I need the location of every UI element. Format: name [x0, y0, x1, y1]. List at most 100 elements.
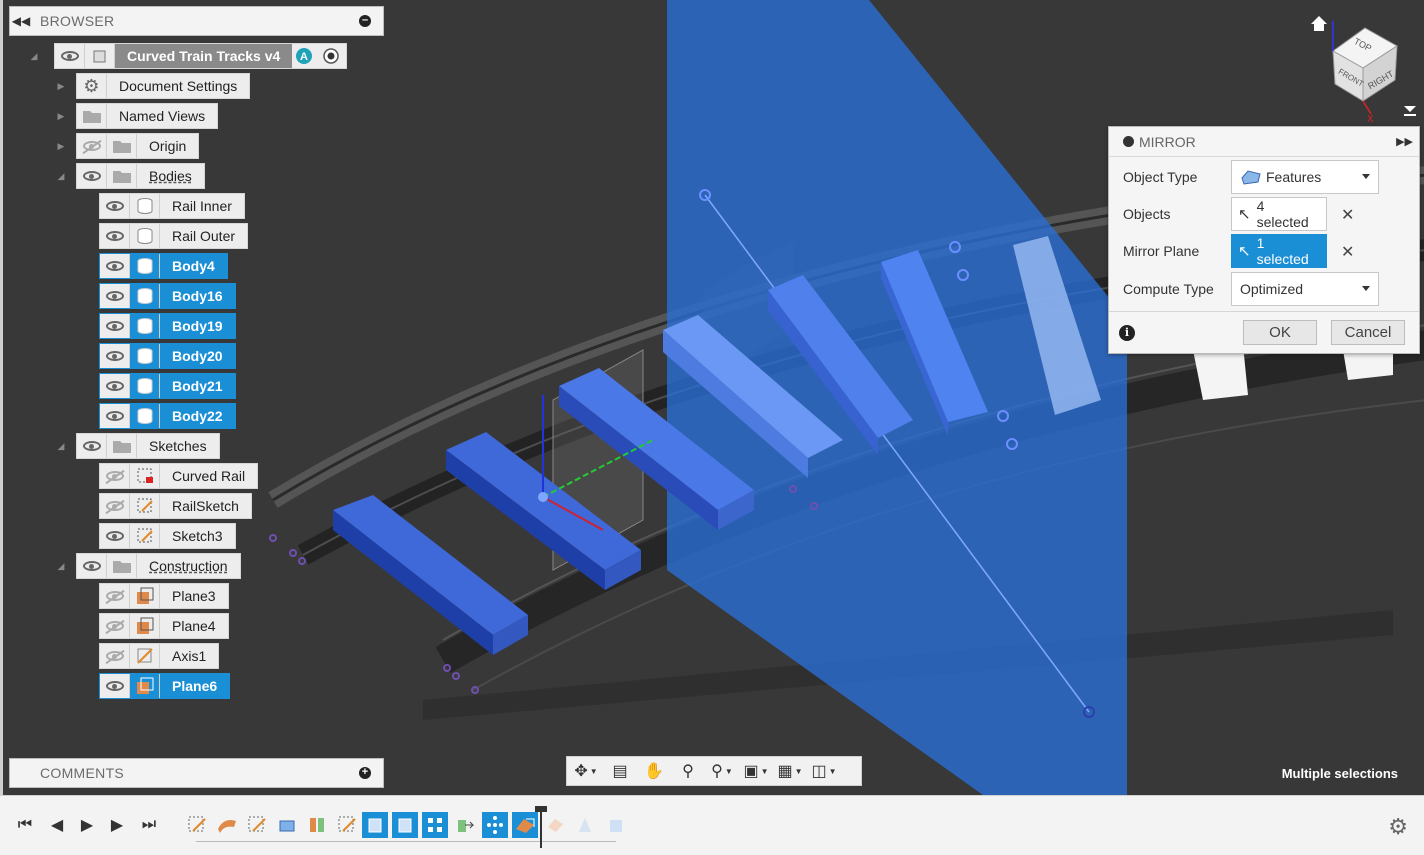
zoom-icon[interactable]: ⚲	[673, 759, 703, 783]
display-settings-icon[interactable]: ▣ ▼	[741, 759, 771, 783]
timeline-marker-handle[interactable]	[535, 806, 547, 812]
expanded-triangle-icon[interactable]: ◢	[55, 170, 67, 182]
tree-item-body21[interactable]: Body21	[99, 373, 236, 399]
cube-menu-icon[interactable]	[1404, 106, 1416, 112]
tree-item-rail-outer[interactable]: Rail Outer	[99, 223, 249, 249]
add-comment-icon[interactable]: +	[359, 767, 371, 779]
tree-item-sketches[interactable]: ◢ Sketches	[55, 433, 220, 459]
objects-select-button[interactable]: ↖ 4 selected	[1231, 197, 1327, 231]
minimize-icon[interactable]: –	[359, 15, 371, 27]
visibility-toggle[interactable]	[100, 314, 130, 338]
go-to-end-icon[interactable]: ⏭	[138, 814, 160, 836]
visibility-toggle[interactable]	[100, 224, 130, 248]
rail-outer-node[interactable]: Rail Outer	[99, 223, 249, 249]
mirror-dialog-header[interactable]: MIRROR ▶▶	[1109, 127, 1419, 157]
clear-mirror-plane-icon[interactable]: ✕	[1341, 242, 1354, 262]
visibility-toggle[interactable]	[77, 134, 107, 158]
activate-icon[interactable]: A	[292, 44, 316, 68]
tree-item-bodies[interactable]: ◢ Bodies	[55, 163, 205, 189]
timeline-body-icon[interactable]	[392, 812, 418, 838]
tree-item-document-settings[interactable]: ▶ ⚙ Document Settings	[55, 73, 251, 99]
collapse-dialog-icon[interactable]	[1123, 136, 1134, 147]
timeline-sketch-icon[interactable]	[244, 812, 270, 838]
tree-root[interactable]: ◢ Curved Train Tracks v4 A	[28, 43, 348, 69]
timeline-sketch-icon[interactable]	[334, 812, 360, 838]
browser-header[interactable]: ◀◀ BROWSER –	[9, 6, 384, 36]
tie-body4[interactable]	[333, 495, 528, 655]
cancel-button[interactable]: Cancel	[1331, 320, 1405, 345]
axis1-node[interactable]: Axis1	[99, 643, 220, 669]
comments-header[interactable]: COMMENTS +	[9, 758, 384, 788]
tree-item-body19[interactable]: Body19	[99, 313, 236, 339]
timeline-ghost-body-icon[interactable]	[602, 812, 628, 838]
railsketch-node[interactable]: RailSketch	[99, 493, 252, 519]
visibility-toggle[interactable]	[100, 524, 130, 548]
tree-item-body4[interactable]: Body4	[99, 253, 228, 279]
play-icon[interactable]: ▶	[76, 814, 98, 836]
expand-dialog-icon[interactable]: ▶▶	[1396, 135, 1413, 148]
timeline-sketch-icon[interactable]	[184, 812, 210, 838]
visibility-toggle[interactable]	[77, 164, 107, 188]
collapsed-triangle-icon[interactable]: ▶	[55, 80, 67, 92]
timeline-sweep-icon[interactable]	[214, 812, 240, 838]
expanded-triangle-icon[interactable]: ◢	[55, 560, 67, 572]
visibility-toggle[interactable]	[100, 584, 130, 608]
visibility-toggle[interactable]	[100, 464, 130, 488]
ok-button[interactable]: OK	[1243, 320, 1317, 345]
go-to-start-icon[interactable]: ⏮	[14, 814, 36, 836]
pan-icon[interactable]: ✋	[639, 759, 669, 783]
tree-item-body16[interactable]: Body16	[99, 283, 236, 309]
expanded-triangle-icon[interactable]: ◢	[55, 440, 67, 452]
tree-item-plane6[interactable]: Plane6	[99, 673, 231, 699]
timeline-body-icon[interactable]	[362, 812, 388, 838]
tree-item-named-views[interactable]: ▶ Named Views	[55, 103, 219, 129]
collapse-left-icon[interactable]: ◀◀	[10, 14, 32, 28]
tree-item-rail-inner[interactable]: Rail Inner	[99, 193, 245, 219]
timeline-pattern-icon[interactable]	[422, 812, 448, 838]
visibility-toggle[interactable]	[100, 194, 130, 218]
visibility-toggle[interactable]	[100, 254, 130, 278]
radio-icon[interactable]	[316, 44, 346, 68]
construction-node[interactable]: Construction	[76, 553, 241, 579]
sketch3-node[interactable]: Sketch3	[99, 523, 236, 549]
document-settings-node[interactable]: ⚙ Document Settings	[76, 73, 251, 99]
object-type-dropdown[interactable]: Features	[1231, 160, 1379, 194]
tree-item-construction[interactable]: ◢ Construction	[55, 553, 241, 579]
visibility-toggle[interactable]	[55, 44, 85, 68]
plane3-node[interactable]: Plane3	[99, 583, 229, 609]
visibility-toggle[interactable]	[77, 554, 107, 578]
body20-node[interactable]: Body20	[99, 343, 236, 369]
look-at-icon[interactable]: ▤	[605, 759, 635, 783]
tree-item-railsketch[interactable]: RailSketch	[99, 493, 252, 519]
zoom-window-icon[interactable]: ⚲ ▼	[707, 759, 737, 783]
tree-item-body22[interactable]: Body22	[99, 403, 236, 429]
origin-node[interactable]: Origin	[76, 133, 200, 159]
collapsed-triangle-icon[interactable]: ▶	[55, 140, 67, 152]
named-views-node[interactable]: Named Views	[76, 103, 219, 129]
info-icon[interactable]: i	[1119, 325, 1135, 341]
plane4-node[interactable]: Plane4	[99, 613, 229, 639]
plane6-node[interactable]: Plane6	[99, 673, 231, 699]
tree-item-sketch3[interactable]: Sketch3	[99, 523, 236, 549]
home-icon[interactable]	[1311, 16, 1327, 31]
timeline-move-icon[interactable]	[452, 812, 478, 838]
visibility-toggle[interactable]	[100, 644, 130, 668]
compute-type-dropdown[interactable]: Optimized	[1231, 272, 1379, 306]
step-forward-icon[interactable]: ▶	[106, 814, 128, 836]
clear-objects-icon[interactable]: ✕	[1341, 205, 1354, 225]
tree-item-axis1[interactable]: Axis1	[99, 643, 220, 669]
body21-node[interactable]: Body21	[99, 373, 236, 399]
body19-node[interactable]: Body19	[99, 313, 236, 339]
timeline-ghost-icon[interactable]	[572, 812, 598, 838]
timeline-mirror-ghost-icon[interactable]	[542, 812, 568, 838]
visibility-toggle[interactable]	[100, 404, 130, 428]
grid-settings-icon[interactable]: ▦ ▼	[775, 759, 805, 783]
timeline-extrude-icon[interactable]	[274, 812, 300, 838]
tree-item-origin[interactable]: ▶ Origin	[55, 133, 200, 159]
visibility-toggle[interactable]	[100, 344, 130, 368]
mirror-dialog[interactable]: MIRROR ▶▶ Object Type Features Objects ↖…	[1108, 126, 1420, 354]
timeline-marker[interactable]	[540, 806, 542, 848]
visibility-toggle[interactable]	[100, 614, 130, 638]
timeline-plane-icon[interactable]	[512, 812, 538, 838]
tree-item-plane4[interactable]: Plane4	[99, 613, 229, 639]
